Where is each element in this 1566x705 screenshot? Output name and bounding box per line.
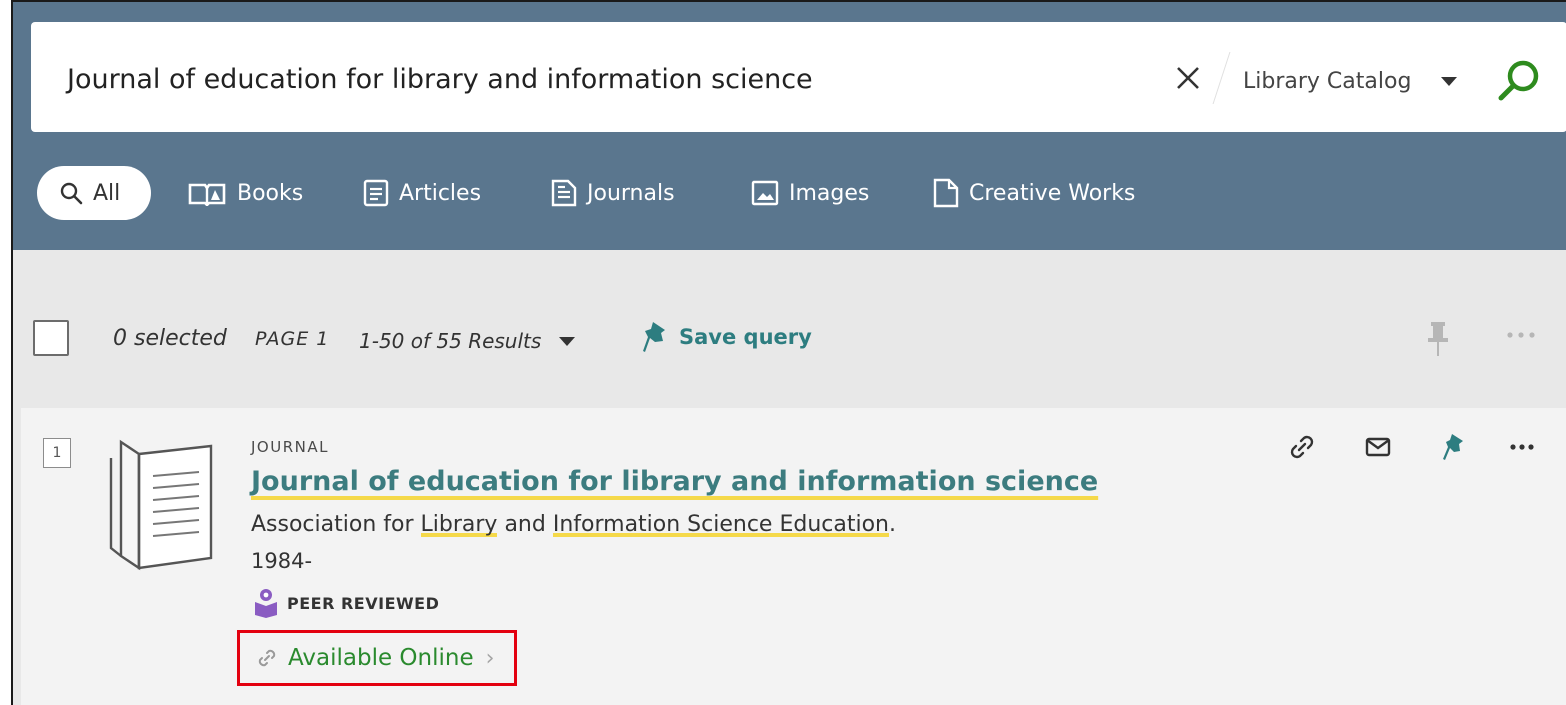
author-text-end: .	[889, 512, 896, 537]
tab-creative-works[interactable]: Creative Works	[933, 166, 1135, 220]
results-caret-icon[interactable]	[559, 337, 575, 346]
select-all-checkbox[interactable]	[33, 320, 69, 356]
result-author: Association for Library and Information …	[251, 512, 896, 537]
more-actions-icon[interactable]	[1507, 432, 1537, 462]
page-label: PAGE 1	[255, 328, 330, 350]
pin-icon	[643, 322, 665, 352]
result-type: JOURNAL	[251, 438, 329, 456]
search-header: Journal of education for library and inf…	[13, 2, 1566, 250]
search-divider	[1212, 52, 1231, 104]
article-icon	[363, 179, 389, 207]
search-icon	[60, 182, 83, 205]
more-options-icon[interactable]	[1505, 330, 1537, 340]
search-scope-select[interactable]: Library Catalog	[1243, 69, 1411, 94]
result-index[interactable]: 1	[43, 438, 71, 468]
link-icon	[258, 649, 276, 667]
pinned-items-icon[interactable]	[1425, 320, 1451, 358]
tab-all-label: All	[93, 180, 121, 206]
tab-books-label: Books	[237, 180, 304, 206]
clear-search-icon[interactable]	[1168, 58, 1208, 98]
tab-books[interactable]: Books	[187, 166, 303, 220]
save-query-button[interactable]: Save query	[641, 320, 812, 354]
document-icon	[933, 178, 959, 208]
tab-articles[interactable]: Articles	[363, 166, 481, 220]
open-book-icon	[188, 183, 226, 206]
email-icon[interactable]	[1363, 432, 1393, 462]
search-bar[interactable]: Journal of education for library and inf…	[31, 22, 1566, 132]
available-online-link[interactable]: Available Online ›	[237, 630, 517, 686]
chevron-right-icon: ›	[485, 645, 495, 671]
journal-thumbnail-icon	[109, 439, 213, 571]
image-icon	[751, 180, 779, 206]
available-online-label: Available Online	[288, 645, 474, 671]
journal-icon	[551, 179, 577, 207]
peer-reviewed-icon	[255, 589, 277, 618]
tab-images-label: Images	[789, 180, 870, 206]
tab-images[interactable]: Images	[751, 166, 869, 220]
result-title-link[interactable]: Journal of education for library and inf…	[251, 466, 1098, 497]
author-highlight-information: Information Science Education	[552, 512, 889, 537]
app-frame: Journal of education for library and inf…	[11, 0, 1566, 705]
author-highlight-library: Library	[420, 512, 498, 537]
pin-record-icon[interactable]	[1439, 432, 1469, 462]
author-text: Association for	[251, 512, 421, 537]
tab-journals-label: Journals	[587, 180, 675, 206]
tab-journals[interactable]: Journals	[551, 166, 675, 220]
search-input[interactable]: Journal of education for library and inf…	[67, 64, 813, 95]
scope-caret-icon[interactable]	[1441, 77, 1457, 86]
save-query-label: Save query	[679, 325, 812, 349]
search-submit-icon[interactable]	[1495, 56, 1543, 104]
tab-articles-label: Articles	[399, 180, 482, 206]
tab-all[interactable]: All	[37, 166, 151, 220]
result-date: 1984-	[251, 549, 313, 573]
peer-reviewed-badge: PEER REVIEWED	[253, 588, 439, 618]
results-count-dropdown[interactable]: 1-50 of 55 Results	[359, 329, 541, 353]
author-text-mid: and	[497, 512, 553, 537]
peer-reviewed-label: PEER REVIEWED	[287, 593, 440, 613]
permalink-icon[interactable]	[1287, 432, 1317, 462]
selected-count: 0 selected	[113, 326, 227, 351]
tab-creative-works-label: Creative Works	[969, 180, 1136, 206]
